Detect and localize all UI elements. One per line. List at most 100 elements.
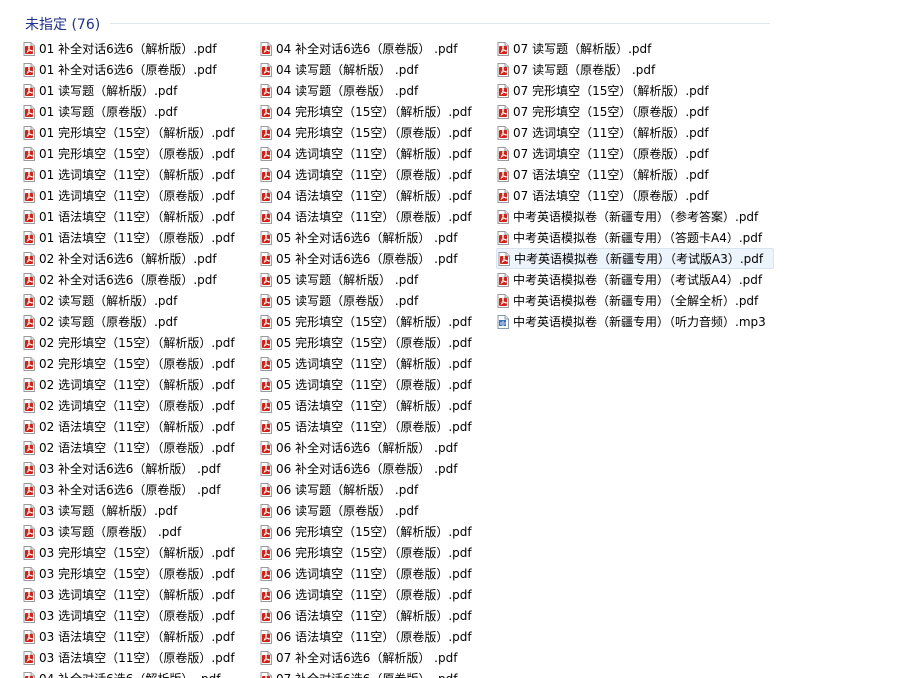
file-item[interactable]: 03 完形填空（15空）（解析版）.pdf <box>22 542 254 563</box>
file-name: 03 读写题（原卷版） .pdf <box>39 525 182 539</box>
file-item[interactable]: 05 语法填空（11空）（原卷版）.pdf <box>259 416 491 437</box>
file-name: 05 语法填空（11空）（原卷版）.pdf <box>276 420 472 434</box>
file-item[interactable]: 02 补全对话6选6（原卷版）.pdf <box>22 269 254 290</box>
file-item[interactable]: 02 语法填空（11空）（解析版）.pdf <box>22 416 254 437</box>
file-item[interactable]: 04 完形填空（15空）（解析版）.pdf <box>259 101 491 122</box>
file-item[interactable]: 05 读写题（原卷版） .pdf <box>259 290 491 311</box>
file-item[interactable]: 06 完形填空（15空）（解析版）.pdf <box>259 521 491 542</box>
pdf-icon <box>260 314 272 329</box>
file-item[interactable]: 03 读写题（原卷版） .pdf <box>22 521 254 542</box>
file-item[interactable]: 03 语法填空（11空）（解析版）.pdf <box>22 626 254 647</box>
pdf-icon <box>23 209 35 224</box>
file-item[interactable]: 05 选词填空（11空）（原卷版）.pdf <box>259 374 491 395</box>
file-item[interactable]: 06 补全对话6选6（解析版） .pdf <box>259 437 491 458</box>
pdf-icon <box>260 398 272 413</box>
file-item[interactable]: 中考英语模拟卷（新疆专用）（参考答案）.pdf <box>496 206 758 227</box>
file-item[interactable]: 01 读写题（原卷版）.pdf <box>22 101 254 122</box>
file-item[interactable]: 07 补全对话6选6（解析版） .pdf <box>259 647 491 668</box>
file-item[interactable]: 06 选词填空（11空）（原卷版）.pdf <box>259 563 491 584</box>
file-item[interactable]: 07 选词填空（11空）（解析版）.pdf <box>496 122 728 143</box>
file-item[interactable]: 07 补全对话6选6（原卷版） .pdf <box>259 668 491 678</box>
pdf-icon <box>260 461 272 476</box>
file-name: 01 补全对话6选6（原卷版）.pdf <box>39 63 217 77</box>
file-item[interactable]: 05 完形填空（15空）（原卷版）.pdf <box>259 332 491 353</box>
file-name: 07 选词填空（11空）（原卷版）.pdf <box>513 147 709 161</box>
file-name: 04 选词填空（11空）（解析版）.pdf <box>276 147 472 161</box>
file-item[interactable]: 01 完形填空（15空）（原卷版）.pdf <box>22 143 254 164</box>
file-item[interactable]: 03 选词填空（11空）（原卷版）.pdf <box>22 605 254 626</box>
file-item[interactable]: 07 读写题（原卷版） .pdf <box>496 59 728 80</box>
file-item[interactable]: 中考英语模拟卷（新疆专用）（听力音频）.mp3 <box>496 311 766 332</box>
file-item[interactable]: 07 选词填空（11空）（原卷版）.pdf <box>496 143 728 164</box>
file-item[interactable]: 01 补全对话6选6（解析版）.pdf <box>22 38 254 59</box>
file-item[interactable]: 04 补全对话6选6（原卷版） .pdf <box>259 38 491 59</box>
file-item[interactable]: 02 读写题（解析版）.pdf <box>22 290 254 311</box>
file-item[interactable]: 中考英语模拟卷（新疆专用）（考试版A3）.pdf <box>496 248 774 269</box>
file-item[interactable]: 05 语法填空（11空）（解析版）.pdf <box>259 395 491 416</box>
file-item[interactable]: 04 补全对话6选6（解析版） .pdf <box>22 668 254 678</box>
file-item[interactable]: 中考英语模拟卷（新疆专用）（考试版A4）.pdf <box>496 269 762 290</box>
file-item[interactable]: 05 补全对话6选6（原卷版） .pdf <box>259 248 491 269</box>
file-item[interactable]: 07 语法填空（11空）（原卷版）.pdf <box>496 185 728 206</box>
file-item[interactable]: 02 完形填空（15空）（原卷版）.pdf <box>22 353 254 374</box>
file-item[interactable]: 01 语法填空（11空）（原卷版）.pdf <box>22 227 254 248</box>
file-item[interactable]: 03 完形填空（15空）（原卷版）.pdf <box>22 563 254 584</box>
file-item[interactable]: 06 读写题（原卷版） .pdf <box>259 500 491 521</box>
file-name: 02 读写题（原卷版）.pdf <box>39 315 178 329</box>
file-item[interactable]: 04 读写题（原卷版） .pdf <box>259 80 491 101</box>
pdf-icon <box>23 62 35 77</box>
file-item[interactable]: 05 读写题（解析版） .pdf <box>259 269 491 290</box>
file-item[interactable]: 05 选词填空（11空）（解析版）.pdf <box>259 353 491 374</box>
file-item[interactable]: 04 语法填空（11空）（解析版）.pdf <box>259 185 491 206</box>
file-item[interactable]: 03 选词填空（11空）（解析版）.pdf <box>22 584 254 605</box>
file-item[interactable]: 中考英语模拟卷（新疆专用）（答题卡A4）.pdf <box>496 227 762 248</box>
pdf-icon <box>497 167 509 182</box>
file-item[interactable]: 04 完形填空（15空）（原卷版）.pdf <box>259 122 491 143</box>
file-item[interactable]: 01 完形填空（15空）（解析版）.pdf <box>22 122 254 143</box>
file-item[interactable]: 01 补全对话6选6（原卷版）.pdf <box>22 59 254 80</box>
file-item[interactable]: 02 语法填空（11空）（原卷版）.pdf <box>22 437 254 458</box>
file-item[interactable]: 01 语法填空（11空）（解析版）.pdf <box>22 206 254 227</box>
file-item[interactable]: 05 补全对话6选6（解析版） .pdf <box>259 227 491 248</box>
file-item[interactable]: 03 语法填空（11空）（原卷版）.pdf <box>22 647 254 668</box>
file-item[interactable]: 01 读写题（解析版）.pdf <box>22 80 254 101</box>
pdf-icon <box>260 188 272 203</box>
file-item[interactable]: 06 读写题（解析版） .pdf <box>259 479 491 500</box>
file-item[interactable]: 05 完形填空（15空）（解析版）.pdf <box>259 311 491 332</box>
file-item[interactable]: 07 读写题（解析版）.pdf <box>496 38 728 59</box>
file-item[interactable]: 07 完形填空（15空）（原卷版）.pdf <box>496 101 728 122</box>
file-name: 05 补全对话6选6（解析版） .pdf <box>276 231 458 245</box>
group-header[interactable]: 未指定 (76) <box>25 13 100 35</box>
file-item[interactable]: 02 补全对话6选6（解析版）.pdf <box>22 248 254 269</box>
file-item[interactable]: 02 完形填空（15空）（解析版）.pdf <box>22 332 254 353</box>
pdf-icon <box>497 272 509 287</box>
file-item[interactable]: 中考英语模拟卷（新疆专用）（全解全析）.pdf <box>496 290 758 311</box>
file-item[interactable]: 01 选词填空（11空）（解析版）.pdf <box>22 164 254 185</box>
file-item[interactable]: 06 语法填空（11空）（解析版）.pdf <box>259 605 491 626</box>
file-item[interactable]: 04 语法填空（11空）（原卷版）.pdf <box>259 206 491 227</box>
file-item[interactable]: 02 选词填空（11空）（原卷版）.pdf <box>22 395 254 416</box>
file-item[interactable]: 06 语法填空（11空）（原卷版）.pdf <box>259 626 491 647</box>
file-item[interactable]: 03 补全对话6选6（原卷版） .pdf <box>22 479 254 500</box>
file-item[interactable]: 04 选词填空（11空）（原卷版）.pdf <box>259 164 491 185</box>
file-name: 03 完形填空（15空）（解析版）.pdf <box>39 546 235 560</box>
file-item[interactable]: 07 语法填空（11空）（解析版）.pdf <box>496 164 728 185</box>
file-item[interactable]: 03 读写题（解析版）.pdf <box>22 500 254 521</box>
file-item[interactable]: 04 选词填空（11空）（解析版）.pdf <box>259 143 491 164</box>
file-item[interactable]: 06 选词填空（11空）（原卷版）.pdf <box>259 584 491 605</box>
pdf-icon <box>260 272 272 287</box>
file-item[interactable]: 06 补全对话6选6（原卷版） .pdf <box>259 458 491 479</box>
file-item[interactable]: 02 读写题（原卷版）.pdf <box>22 311 254 332</box>
file-item[interactable]: 01 选词填空（11空）（原卷版）.pdf <box>22 185 254 206</box>
pdf-icon <box>497 83 509 98</box>
pdf-icon <box>260 209 272 224</box>
file-name: 04 完形填空（15空）（解析版）.pdf <box>276 105 472 119</box>
file-item[interactable]: 07 完形填空（15空）（解析版）.pdf <box>496 80 728 101</box>
file-name: 06 语法填空（11空）（解析版）.pdf <box>276 609 472 623</box>
file-item[interactable]: 03 补全对话6选6（解析版） .pdf <box>22 458 254 479</box>
file-item[interactable]: 04 读写题（解析版） .pdf <box>259 59 491 80</box>
pdf-icon <box>23 377 35 392</box>
file-item[interactable]: 06 完形填空（15空）（原卷版）.pdf <box>259 542 491 563</box>
pdf-icon <box>260 83 272 98</box>
file-item[interactable]: 02 选词填空（11空）（解析版）.pdf <box>22 374 254 395</box>
